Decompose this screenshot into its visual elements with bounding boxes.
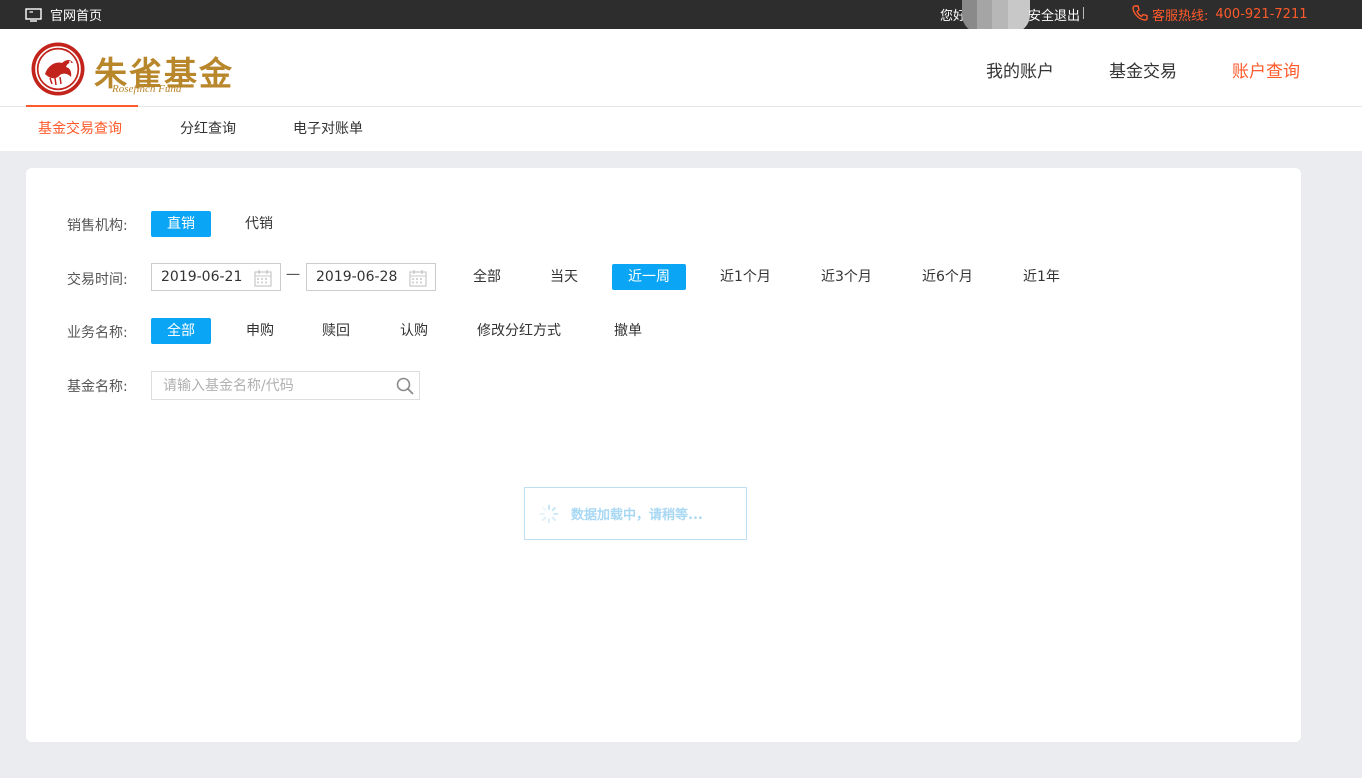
loading-indicator: 数据加载中，请稍等... bbox=[524, 487, 747, 540]
business-option[interactable]: 全部 bbox=[151, 318, 211, 344]
fund-name-label: 基金名称: bbox=[67, 379, 128, 395]
trade-time-label: 交易时间: bbox=[67, 272, 128, 288]
sales-org-label: 销售机构: bbox=[67, 218, 128, 234]
official-home-label: 官网首页 bbox=[50, 9, 103, 24]
business-option[interactable]: 认购 bbox=[384, 318, 444, 344]
hotline-number: 400-921-7211 bbox=[1215, 7, 1308, 22]
sales-org-option[interactable]: 代销 bbox=[229, 211, 289, 237]
nav-my-account[interactable]: 我的账户 bbox=[986, 57, 1054, 82]
business-option[interactable]: 修改分红方式 bbox=[461, 318, 577, 344]
search-icon[interactable] bbox=[396, 377, 414, 395]
start-date-input[interactable]: 2019-06-21 bbox=[151, 263, 281, 291]
nav-account-query[interactable]: 账户查询 bbox=[1232, 57, 1300, 82]
business-option[interactable]: 赎回 bbox=[306, 318, 366, 344]
time-range-option[interactable]: 近一周 bbox=[612, 264, 686, 290]
fund-search-input[interactable] bbox=[152, 372, 392, 399]
time-range-option[interactable]: 近6个月 bbox=[906, 264, 989, 290]
business-label: 业务名称: bbox=[67, 325, 128, 341]
business-option[interactable]: 申购 bbox=[230, 318, 290, 344]
sub-nav: 基金交易查询 分红查询 电子对账单 bbox=[0, 105, 1362, 151]
divider bbox=[1083, 7, 1084, 19]
sales-org-option[interactable]: 直销 bbox=[151, 211, 211, 237]
brand-logo[interactable]: 朱雀基金 Rosefinch Fund bbox=[30, 41, 232, 97]
top-bar: 官网首页 您好 安全退出 客服热线: 400-921-7211 bbox=[0, 0, 1362, 33]
official-home-link[interactable]: 官网首页 bbox=[25, 0, 102, 29]
customer-hotline: 客服热线: 400-921-7211 bbox=[1131, 0, 1307, 29]
site-header: 朱雀基金 Rosefinch Fund 我的账户 基金交易 账户查询 bbox=[0, 29, 1362, 107]
tab-electronic-statement[interactable]: 电子对账单 bbox=[293, 107, 363, 151]
hotline-label: 客服热线: bbox=[1152, 9, 1209, 24]
time-range-option[interactable]: 近1年 bbox=[1007, 264, 1076, 290]
time-range-option[interactable]: 当天 bbox=[534, 264, 594, 290]
time-range-option[interactable]: 近3个月 bbox=[805, 264, 888, 290]
end-date-value: 2019-06-28 bbox=[316, 269, 398, 285]
phone-icon bbox=[1131, 4, 1149, 26]
time-range-option[interactable]: 全部 bbox=[457, 264, 517, 290]
start-date-value: 2019-06-21 bbox=[161, 269, 243, 285]
calendar-icon[interactable] bbox=[409, 269, 427, 287]
fund-search-box bbox=[151, 371, 420, 400]
tab-fund-trade-query[interactable]: 基金交易查询 bbox=[38, 107, 122, 151]
spinner-icon bbox=[539, 504, 559, 523]
monitor-icon bbox=[25, 7, 42, 22]
end-date-input[interactable]: 2019-06-28 bbox=[306, 263, 436, 291]
query-panel: 销售机构: 直销 代销 交易时间: 2019-06-21 一 2019-06-2… bbox=[26, 168, 1301, 742]
calendar-icon[interactable] bbox=[254, 269, 272, 287]
time-range-option[interactable]: 近1个月 bbox=[704, 264, 787, 290]
loading-text: 数据加载中，请稍等... bbox=[571, 508, 703, 523]
business-option[interactable]: 撤单 bbox=[598, 318, 658, 344]
nav-fund-trading[interactable]: 基金交易 bbox=[1109, 57, 1177, 82]
logout-link[interactable]: 安全退出 bbox=[1028, 0, 1080, 29]
brand-name-en: Rosefinch Fund bbox=[112, 83, 182, 95]
tab-dividend-query[interactable]: 分红查询 bbox=[180, 107, 236, 151]
date-range-separator: 一 bbox=[286, 268, 300, 284]
rosefinch-logo-icon bbox=[31, 42, 85, 96]
